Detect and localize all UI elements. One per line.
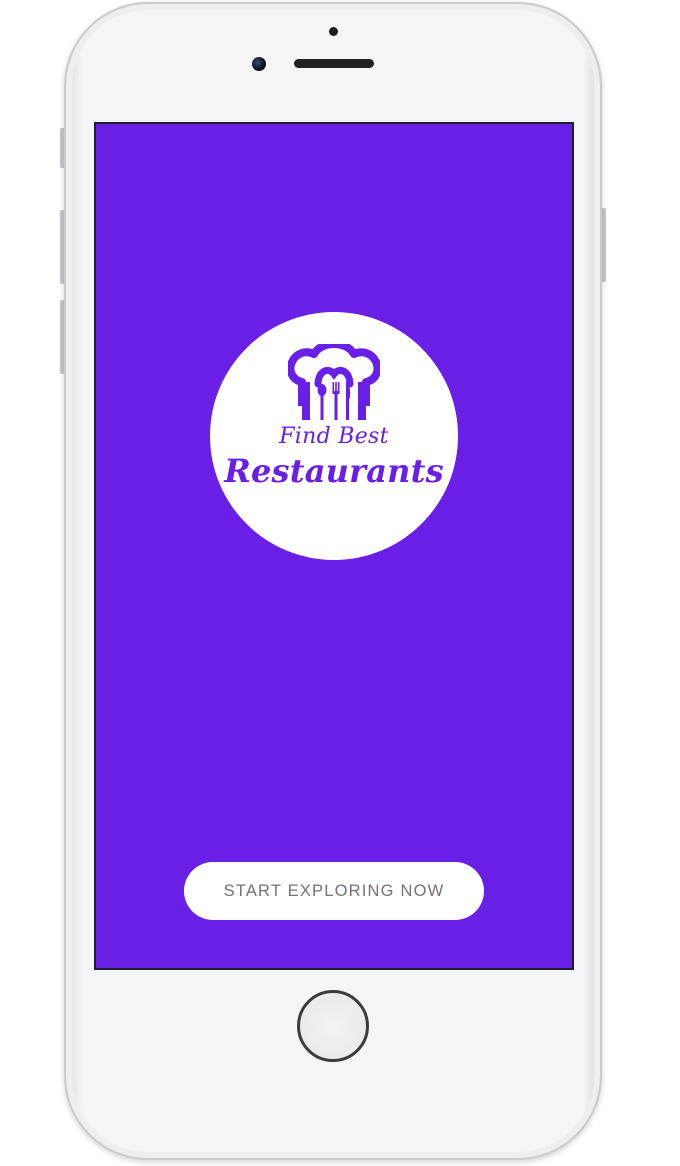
app-logo: Find Best Restaurants [210, 312, 458, 560]
device-mockup: Find Best Restaurants START EXPLORING NO… [0, 0, 680, 1166]
front-camera-icon [252, 57, 266, 71]
logo-text-restaurants: Restaurants [224, 452, 444, 490]
home-button[interactable] [297, 990, 369, 1062]
logo-text-find-best: Find Best [279, 424, 389, 449]
proximity-sensor [329, 27, 338, 36]
app-screen: Find Best Restaurants START EXPLORING NO… [94, 122, 574, 970]
start-exploring-button[interactable]: START EXPLORING NOW [184, 862, 484, 920]
earpiece-speaker [294, 59, 374, 68]
chef-hat-cutlery-icon [288, 344, 380, 420]
